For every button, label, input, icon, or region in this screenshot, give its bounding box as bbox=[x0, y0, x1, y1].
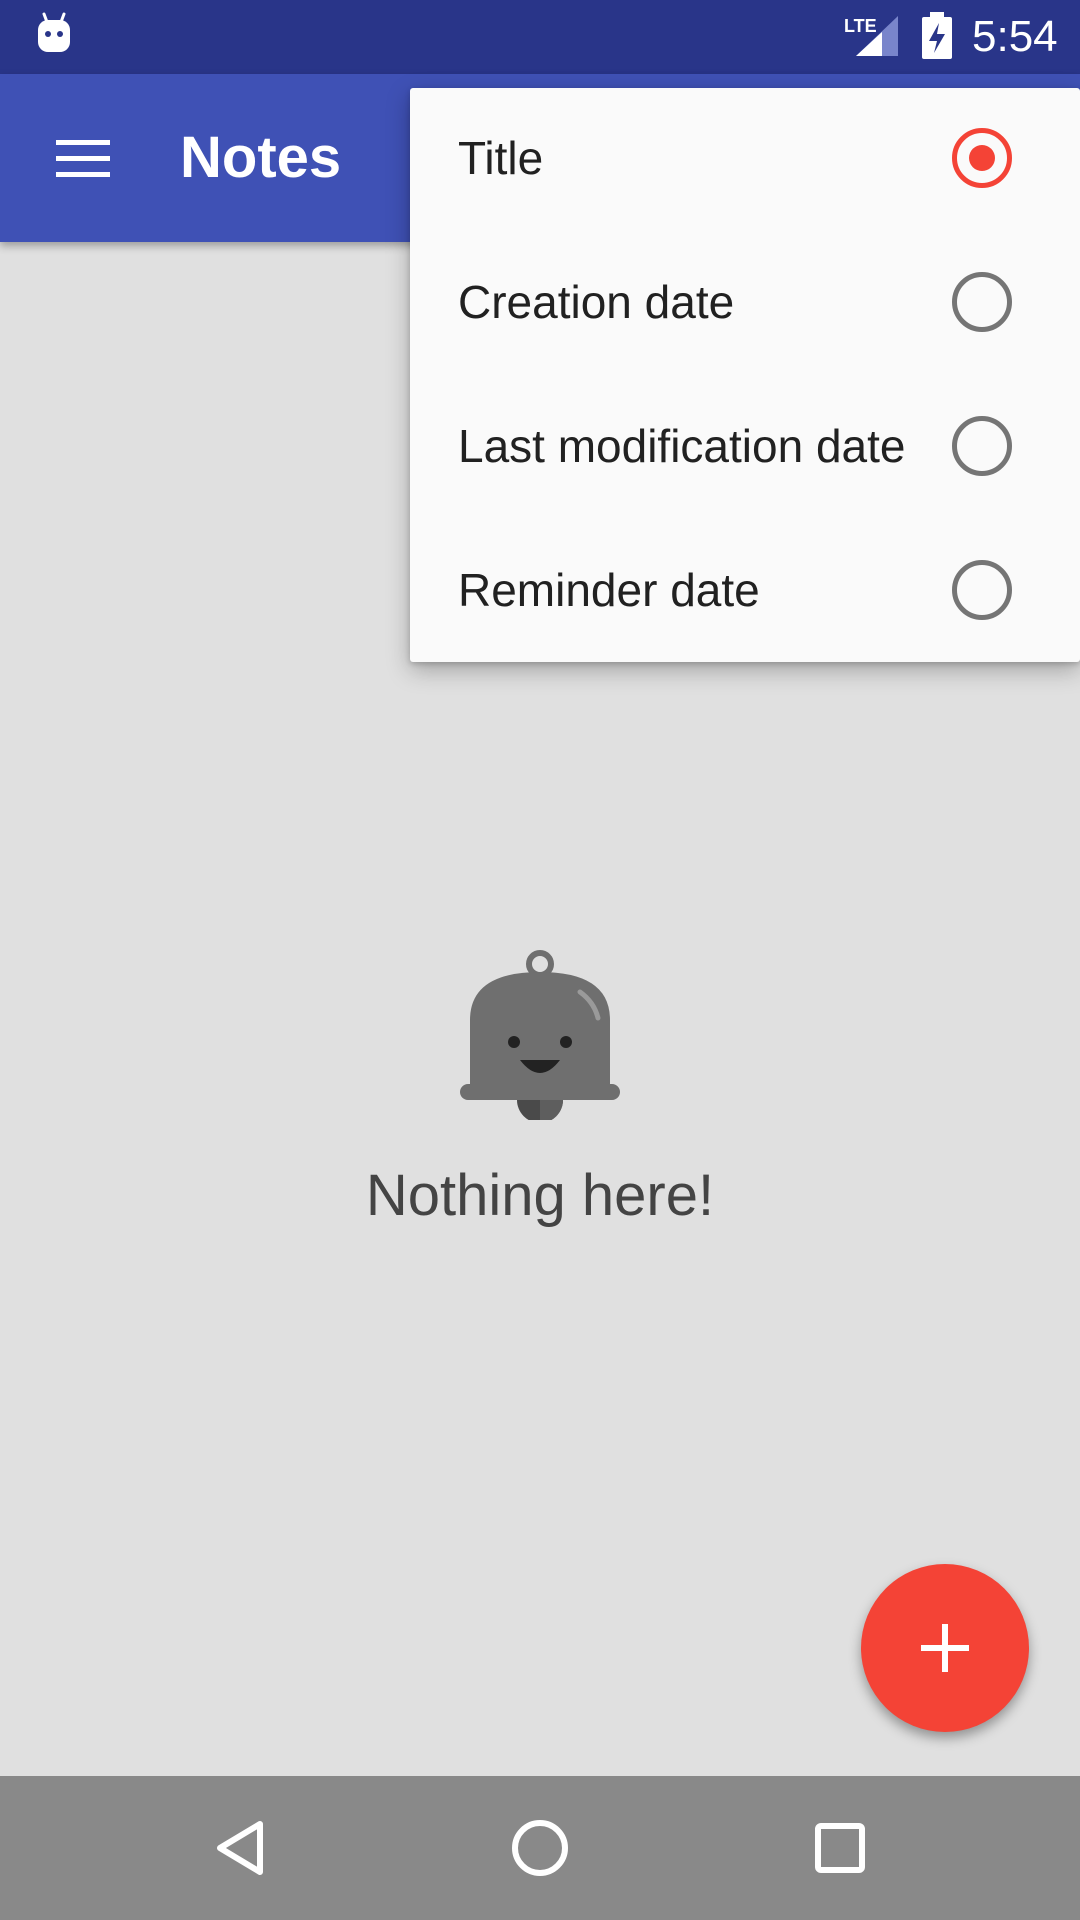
battery-charging-icon bbox=[920, 12, 954, 60]
sort-option-reminder-date[interactable]: Reminder date bbox=[410, 520, 1080, 664]
lte-label: LTE bbox=[844, 16, 877, 36]
plus-icon bbox=[921, 1624, 969, 1672]
status-time: 5:54 bbox=[972, 12, 1058, 61]
system-nav-bar bbox=[0, 1776, 1080, 1920]
sort-option-label: Last modification date bbox=[458, 420, 906, 472]
recents-icon bbox=[815, 1823, 865, 1873]
sort-menu: Title Creation date Last modification da… bbox=[410, 88, 1080, 662]
sort-option-label: Creation date bbox=[458, 276, 735, 328]
back-icon bbox=[217, 1821, 263, 1875]
home-icon bbox=[512, 1820, 568, 1876]
sort-option-creation-date[interactable]: Creation date bbox=[410, 232, 1080, 376]
sort-option-last-modification-date[interactable]: Last modification date bbox=[410, 376, 1080, 520]
toolbar-title: Notes bbox=[180, 125, 342, 190]
add-note-fab[interactable] bbox=[861, 1564, 1029, 1732]
sort-option-label: Title bbox=[458, 132, 544, 184]
back-button[interactable] bbox=[180, 1800, 300, 1896]
empty-state-message: Nothing here! bbox=[365, 1163, 715, 1228]
hamburger-menu-icon[interactable] bbox=[30, 110, 138, 206]
status-bar: LTE 5:54 bbox=[0, 0, 1080, 74]
lte-signal-icon: LTE bbox=[842, 14, 900, 58]
recents-button[interactable] bbox=[780, 1800, 900, 1896]
sort-option-label: Reminder date bbox=[458, 564, 760, 616]
android-notification-icon bbox=[34, 12, 74, 56]
bell-face-icon bbox=[458, 940, 622, 1123]
sort-option-title[interactable]: Title bbox=[410, 88, 1080, 232]
home-button[interactable] bbox=[480, 1800, 600, 1896]
radio-checked-icon[interactable] bbox=[952, 128, 1012, 188]
radio-unchecked-icon[interactable] bbox=[952, 560, 1012, 620]
radio-unchecked-icon[interactable] bbox=[952, 272, 1012, 332]
radio-unchecked-icon[interactable] bbox=[952, 416, 1012, 476]
